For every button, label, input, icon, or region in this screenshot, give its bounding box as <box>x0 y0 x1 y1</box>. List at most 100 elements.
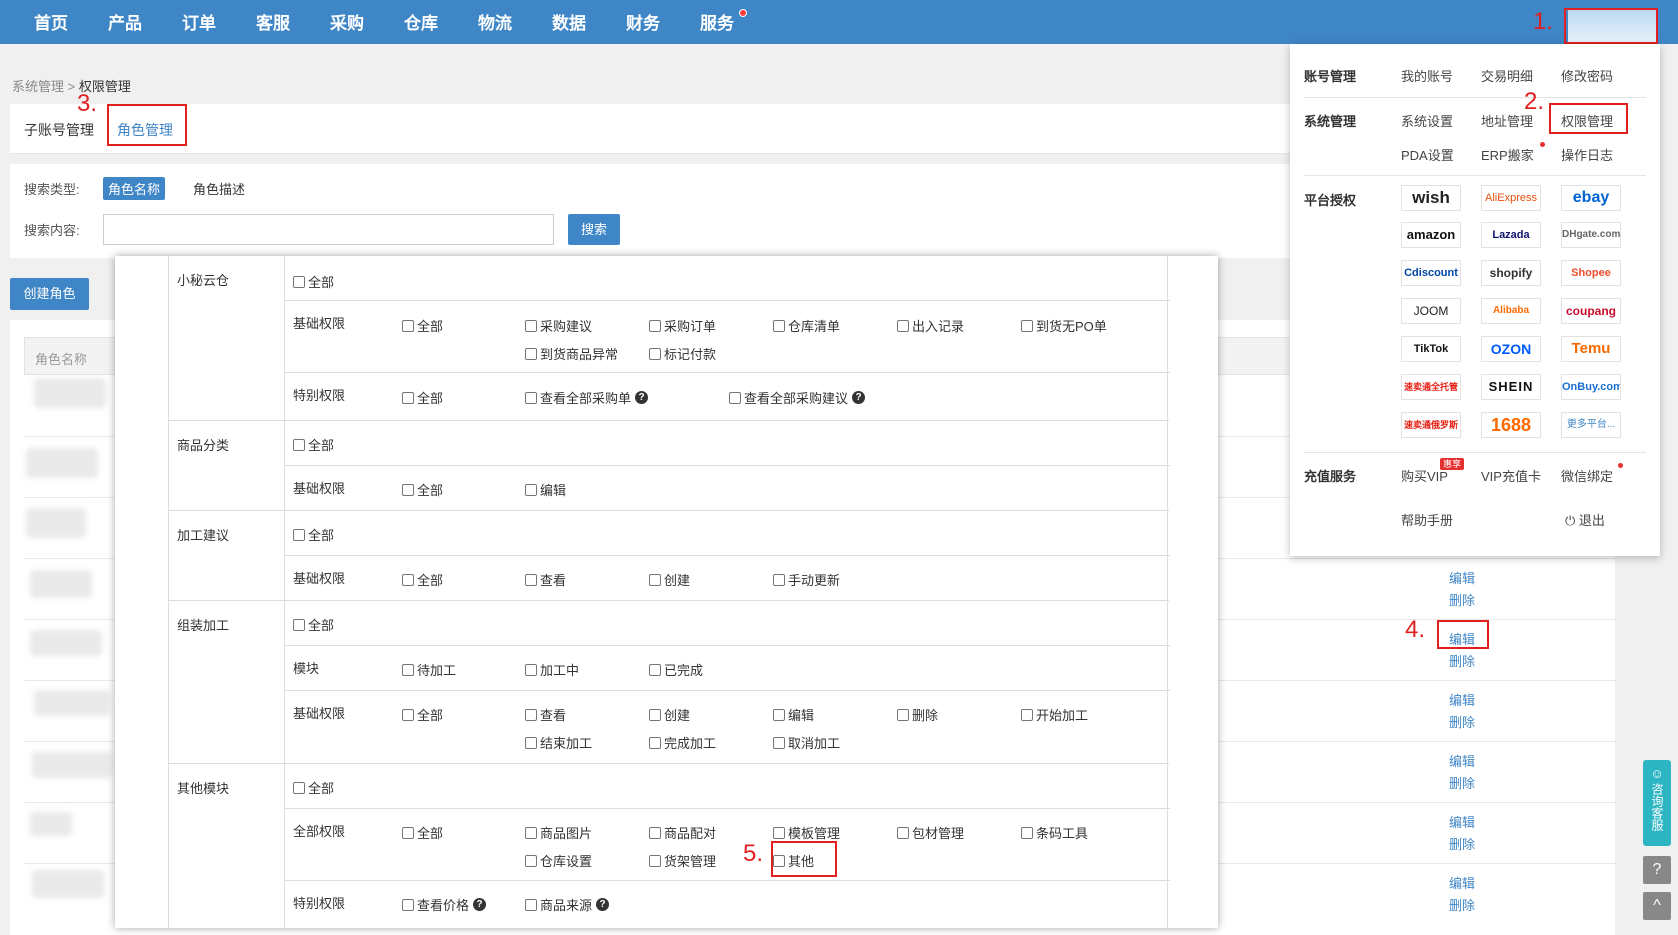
platform-logo-alibaba[interactable]: Alibaba <box>1481 298 1541 324</box>
checkbox[interactable]: 全部 <box>402 316 443 335</box>
checkbox[interactable]: 全部 <box>402 823 443 842</box>
checkbox[interactable]: 待加工 <box>402 660 456 679</box>
link-erp-migration[interactable]: ERP搬家 <box>1481 145 1534 164</box>
checkbox[interactable]: 全部 <box>402 705 443 724</box>
checkbox[interactable]: 采购订单 <box>649 316 716 335</box>
checkbox[interactable]: 已完成 <box>649 660 703 679</box>
checkbox[interactable]: 删除 <box>897 705 938 724</box>
link-pda-settings[interactable]: PDA设置 <box>1401 145 1454 164</box>
checkbox[interactable]: 出入记录 <box>897 316 964 335</box>
platform-logo-shopify[interactable]: shopify <box>1481 260 1541 286</box>
breadcrumb-parent[interactable]: 系统管理 <box>12 79 64 94</box>
platform-logo-aliexpress-russia[interactable]: 速卖通俄罗斯 <box>1401 412 1461 438</box>
link-operation-log[interactable]: 操作日志 <box>1561 145 1613 164</box>
help-icon[interactable]: ? <box>473 898 487 911</box>
delete-link[interactable]: 删除 <box>1449 712 1475 731</box>
checkbox[interactable]: 标记付款 <box>649 344 716 363</box>
search-button[interactable]: 搜索 <box>568 214 620 245</box>
edit-link[interactable]: 编辑 <box>1449 690 1475 709</box>
platform-logo-cdiscount[interactable]: Cdiscount <box>1401 260 1461 286</box>
platform-logo-coupang[interactable]: coupang <box>1561 298 1621 324</box>
link-vip-card[interactable]: VIP充值卡 <box>1481 466 1541 485</box>
checkbox[interactable]: 开始加工 <box>1021 705 1088 724</box>
checkbox[interactable]: 查看 <box>525 705 566 724</box>
checkbox[interactable]: 仓库设置 <box>525 851 592 870</box>
tab-sub-accounts[interactable]: 子账号管理 <box>24 120 94 140</box>
checkbox[interactable]: 商品图片 <box>525 823 592 842</box>
link-my-account[interactable]: 我的账号 <box>1401 66 1453 85</box>
checkbox[interactable]: 到货无PO单 <box>1021 316 1107 335</box>
delete-link[interactable]: 删除 <box>1449 651 1475 670</box>
checkbox[interactable]: 全部 <box>402 570 443 589</box>
checkbox[interactable]: 查看全部采购单? <box>525 388 649 407</box>
checkbox[interactable]: 全部 <box>402 388 443 407</box>
platform-logo-joom[interactable]: JOOM <box>1401 298 1461 324</box>
checkbox[interactable]: 查看全部采购建议? <box>729 388 866 407</box>
platform-logo-shopee[interactable]: Shopee <box>1561 260 1621 286</box>
link-buy-vip[interactable]: 购买VIP <box>1401 466 1448 485</box>
search-type-role-name[interactable]: 角色名称 <box>103 177 166 200</box>
checkbox[interactable]: 完成加工 <box>649 733 716 752</box>
checkbox[interactable]: 商品配对 <box>649 823 716 842</box>
delete-link[interactable]: 删除 <box>1449 834 1475 853</box>
checkbox[interactable]: 到货商品异常 <box>525 344 618 363</box>
checkbox[interactable]: 全部 <box>402 480 443 499</box>
edit-link[interactable]: 编辑 <box>1449 812 1475 831</box>
delete-link[interactable]: 删除 <box>1449 590 1475 609</box>
platform-logo-ozon[interactable]: OZON <box>1481 336 1541 362</box>
nav-home[interactable]: 首页 <box>34 0 68 44</box>
platform-logo-lazada[interactable]: Lazada <box>1481 222 1541 248</box>
checkbox[interactable]: 取消加工 <box>773 733 840 752</box>
checkbox[interactable]: 模板管理 <box>773 823 840 842</box>
platform-logo-aliexpress-managed[interactable]: 速卖通全托管 <box>1401 374 1461 400</box>
checkbox-section-all[interactable]: 全部 <box>293 272 334 291</box>
checkbox[interactable]: 结束加工 <box>525 733 592 752</box>
platform-logo-dhgate[interactable]: DHgate.com <box>1561 222 1621 248</box>
create-role-button[interactable]: 创建角色 <box>10 278 89 310</box>
nav-purchasing[interactable]: 采购 <box>330 0 364 44</box>
platform-logo-1688[interactable]: 1688 <box>1481 412 1541 438</box>
checkbox[interactable]: 创建 <box>649 570 690 589</box>
checkbox[interactable]: 编辑 <box>773 705 814 724</box>
nav-finance[interactable]: 财务 <box>626 0 660 44</box>
platform-logo-ebay[interactable]: ebay <box>1561 185 1621 211</box>
consult-service-widget[interactable]: ☺ 咨询客服 <box>1643 760 1671 846</box>
checkbox[interactable]: 创建 <box>649 705 690 724</box>
platform-logo-amazon[interactable]: amazon <box>1401 222 1461 248</box>
nav-orders[interactable]: 订单 <box>182 0 216 44</box>
checkbox[interactable]: 商品来源? <box>525 895 610 914</box>
checkbox[interactable]: 查看价格? <box>402 895 487 914</box>
nav-warehouse[interactable]: 仓库 <box>404 0 438 44</box>
checkbox[interactable]: 仓库清单 <box>773 316 840 335</box>
platform-logo-aliexpress[interactable]: AliExpress <box>1481 185 1541 211</box>
help-icon[interactable]: ? <box>852 391 866 404</box>
delete-link[interactable]: 删除 <box>1449 773 1475 792</box>
nav-services[interactable]: 服务 <box>700 0 734 44</box>
checkbox[interactable]: 加工中 <box>525 660 579 679</box>
link-system-settings[interactable]: 系统设置 <box>1401 111 1453 130</box>
delete-link[interactable]: 删除 <box>1449 895 1475 914</box>
help-icon[interactable]: ? <box>1643 856 1671 884</box>
checkbox[interactable]: 货架管理 <box>649 851 716 870</box>
platform-logo-wish[interactable]: wish <box>1401 185 1461 211</box>
checkbox-section-all[interactable]: 全部 <box>293 525 334 544</box>
nav-products[interactable]: 产品 <box>108 0 142 44</box>
help-icon[interactable]: ? <box>635 391 649 404</box>
platform-logo-tiktok[interactable]: TikTok <box>1401 336 1461 362</box>
back-to-top-icon[interactable]: ^ <box>1643 892 1671 920</box>
nav-data[interactable]: 数据 <box>552 0 586 44</box>
checkbox[interactable]: 查看 <box>525 570 566 589</box>
platform-logo-temu[interactable]: Temu <box>1561 336 1621 362</box>
checkbox[interactable]: 包材管理 <box>897 823 964 842</box>
platform-more[interactable]: 更多平台... <box>1561 412 1621 438</box>
link-wechat-binding[interactable]: 微信绑定 <box>1561 466 1613 485</box>
checkbox[interactable]: 条码工具 <box>1021 823 1088 842</box>
checkbox[interactable]: 编辑 <box>525 480 566 499</box>
search-type-role-desc[interactable]: 角色描述 <box>193 179 245 198</box>
edit-link[interactable]: 编辑 <box>1449 568 1475 587</box>
help-icon[interactable]: ? <box>596 898 610 911</box>
link-help-manual[interactable]: 帮助手册 <box>1401 510 1453 529</box>
checkbox[interactable]: 采购建议 <box>525 316 592 335</box>
platform-logo-shein[interactable]: SHEIN <box>1481 374 1541 400</box>
nav-customer-service[interactable]: 客服 <box>256 0 290 44</box>
